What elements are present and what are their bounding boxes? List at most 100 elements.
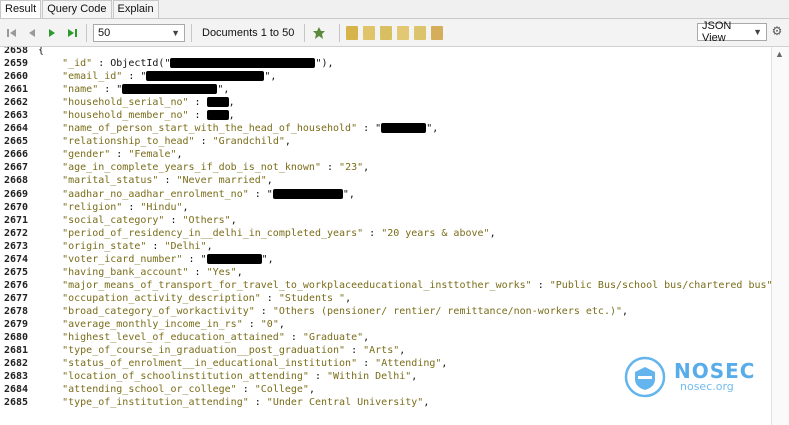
add-document-icon[interactable] (363, 25, 376, 40)
line-content: "household_serial_no" : , (38, 96, 235, 109)
line-content: "marital_status" : "Never married", (38, 174, 273, 187)
json-key: "type_of_course_in_graduation__post_grad… (62, 345, 346, 357)
json-value: "Attending" (375, 358, 442, 370)
json-punctuation: , (182, 201, 189, 213)
json-key: "voter_icard_number" (62, 253, 183, 265)
json-key: "relationship_to_head" (62, 136, 195, 148)
code-line: 2672 "period_of_residency_in__delhi_in_c… (0, 227, 772, 240)
json-punctuation: , (228, 97, 235, 109)
line-number: 2659 (4, 58, 29, 70)
redacted-value (146, 71, 265, 82)
tab-query-code[interactable]: Query Code (42, 0, 112, 18)
line-number: 2671 (4, 214, 29, 226)
line-content: "highest_level_of_education_attained" : … (38, 331, 369, 344)
line-number: 2681 (4, 345, 29, 357)
line-content: "voter_icard_number" : " ", (38, 253, 274, 266)
view-mode-select[interactable]: JSON View ▼ (697, 20, 767, 44)
line-content: "name_of_person_start_with_the_head_of_h… (38, 122, 438, 135)
json-separator: : (188, 110, 207, 122)
tab-explain[interactable]: Explain (112, 0, 159, 18)
code-line: 2659 "_id" : ObjectId(" "), (0, 57, 772, 70)
json-separator: : (531, 279, 550, 291)
json-key: "attending_school_or_college" (62, 384, 237, 396)
tab-result[interactable]: Result (0, 0, 42, 18)
json-key: "aadhar_no_aadhar_enrolment_no" (62, 188, 249, 200)
line-content: "social_category" : "Others", (38, 214, 237, 227)
json-key: "marital_status" (62, 175, 159, 187)
code-line: 2679 "average_monthly_income_in_rs" : "0… (0, 318, 772, 331)
line-number: 2682 (4, 358, 29, 370)
code-line: 2658 { (0, 47, 772, 57)
json-punctuation: , (206, 240, 213, 252)
json-value: "20 years & above" (381, 227, 490, 239)
watermark-title: NOSEC (674, 359, 756, 383)
json-punctuation: , (363, 162, 370, 174)
line-number: 2672 (4, 227, 29, 239)
settings-button[interactable]: ⚙ (770, 24, 784, 38)
line-number: 2665 (4, 136, 29, 148)
refresh-button[interactable] (311, 25, 327, 41)
json-punctuation: , (363, 332, 370, 344)
json-punctuation: , (622, 305, 629, 317)
next-page-button[interactable] (44, 25, 60, 41)
json-key: "highest_level_of_education_attained" (62, 332, 285, 344)
line-number: 2673 (4, 240, 29, 252)
copy-document-icon[interactable] (380, 25, 393, 40)
json-punctuation: , (284, 136, 291, 148)
vertical-scrollbar[interactable]: ▲ (771, 47, 789, 425)
line-number: 2667 (4, 162, 29, 174)
brace: { (38, 47, 45, 56)
line-content: "age_in_complete_years_if_dob_is_not_kno… (38, 161, 369, 174)
code-lines: 2658{2659 "_id" : ObjectId(" "), 2660 "ema… (0, 47, 772, 409)
code-line: 2669 "aadhar_no_aadhar_enrolment_no" : "… (0, 188, 772, 201)
json-punctuation: , (230, 214, 237, 226)
line-number: 2661 (4, 84, 29, 96)
json-separator: : (308, 371, 327, 383)
json-key: "period_of_residency_in__delhi_in_comple… (62, 227, 364, 239)
json-separator: : (363, 227, 382, 239)
json-punctuation: , (423, 397, 430, 409)
json-value: "Others (pensioner/ rentier/ remittance/… (272, 305, 623, 317)
json-key: "gender" (62, 149, 111, 161)
json-value: "Students " (278, 292, 346, 304)
first-page-button[interactable] (4, 25, 20, 41)
line-number: 2660 (4, 71, 29, 83)
json-punctuation: , (441, 358, 448, 370)
json-value: "Hindu" (140, 201, 183, 213)
json-separator: : (122, 201, 141, 213)
redacted-value (170, 58, 316, 69)
documents-range-label: Documents 1 to 50 (202, 26, 295, 39)
previous-page-button[interactable] (24, 25, 40, 41)
json-separator: : (242, 318, 261, 330)
redacted-value (122, 84, 218, 95)
line-content: "email_id" : " ", (38, 70, 276, 83)
json-key: "major_means_of_transport_for_travel_to_… (62, 279, 532, 291)
code-line: 2664 "name_of_person_start_with_the_head… (0, 122, 772, 135)
paste-document-icon[interactable] (414, 25, 427, 40)
line-content: "status_of_enrolment__in_educational_ins… (38, 357, 447, 370)
line-number: 2676 (4, 279, 29, 291)
line-content: "_id" : ObjectId(" "), (38, 57, 334, 70)
toolbar-separator (86, 23, 87, 42)
lock-icon[interactable] (346, 25, 359, 40)
line-content: "average_monthly_income_in_rs" : "0", (38, 318, 285, 331)
json-separator: : (248, 397, 267, 409)
line-number: 2663 (4, 110, 29, 122)
line-number: 2664 (4, 123, 29, 135)
json-separator: : " (248, 188, 273, 200)
delete-document-icon[interactable] (431, 25, 444, 40)
json-key: "location_of_schoolinstitution_attending… (62, 371, 309, 383)
scroll-up-icon[interactable]: ▲ (775, 49, 784, 59)
line-number: 2685 (4, 397, 29, 409)
page-size-select[interactable]: 50 ▼ (93, 23, 185, 42)
edit-document-icon[interactable] (397, 25, 410, 40)
json-key: "name" (62, 84, 99, 96)
result-tabs: Result Query Code Explain (0, 0, 789, 19)
previous-page-icon (29, 28, 35, 37)
code-line: 2676 "major_means_of_transport_for_trave… (0, 279, 772, 292)
code-line: 2685 "type_of_institution_attending" : "… (0, 396, 772, 409)
last-page-button[interactable] (64, 25, 80, 41)
json-key: "origin_state" (62, 240, 147, 252)
line-number: 2669 (4, 188, 29, 200)
json-punctuation: ", (426, 123, 439, 135)
